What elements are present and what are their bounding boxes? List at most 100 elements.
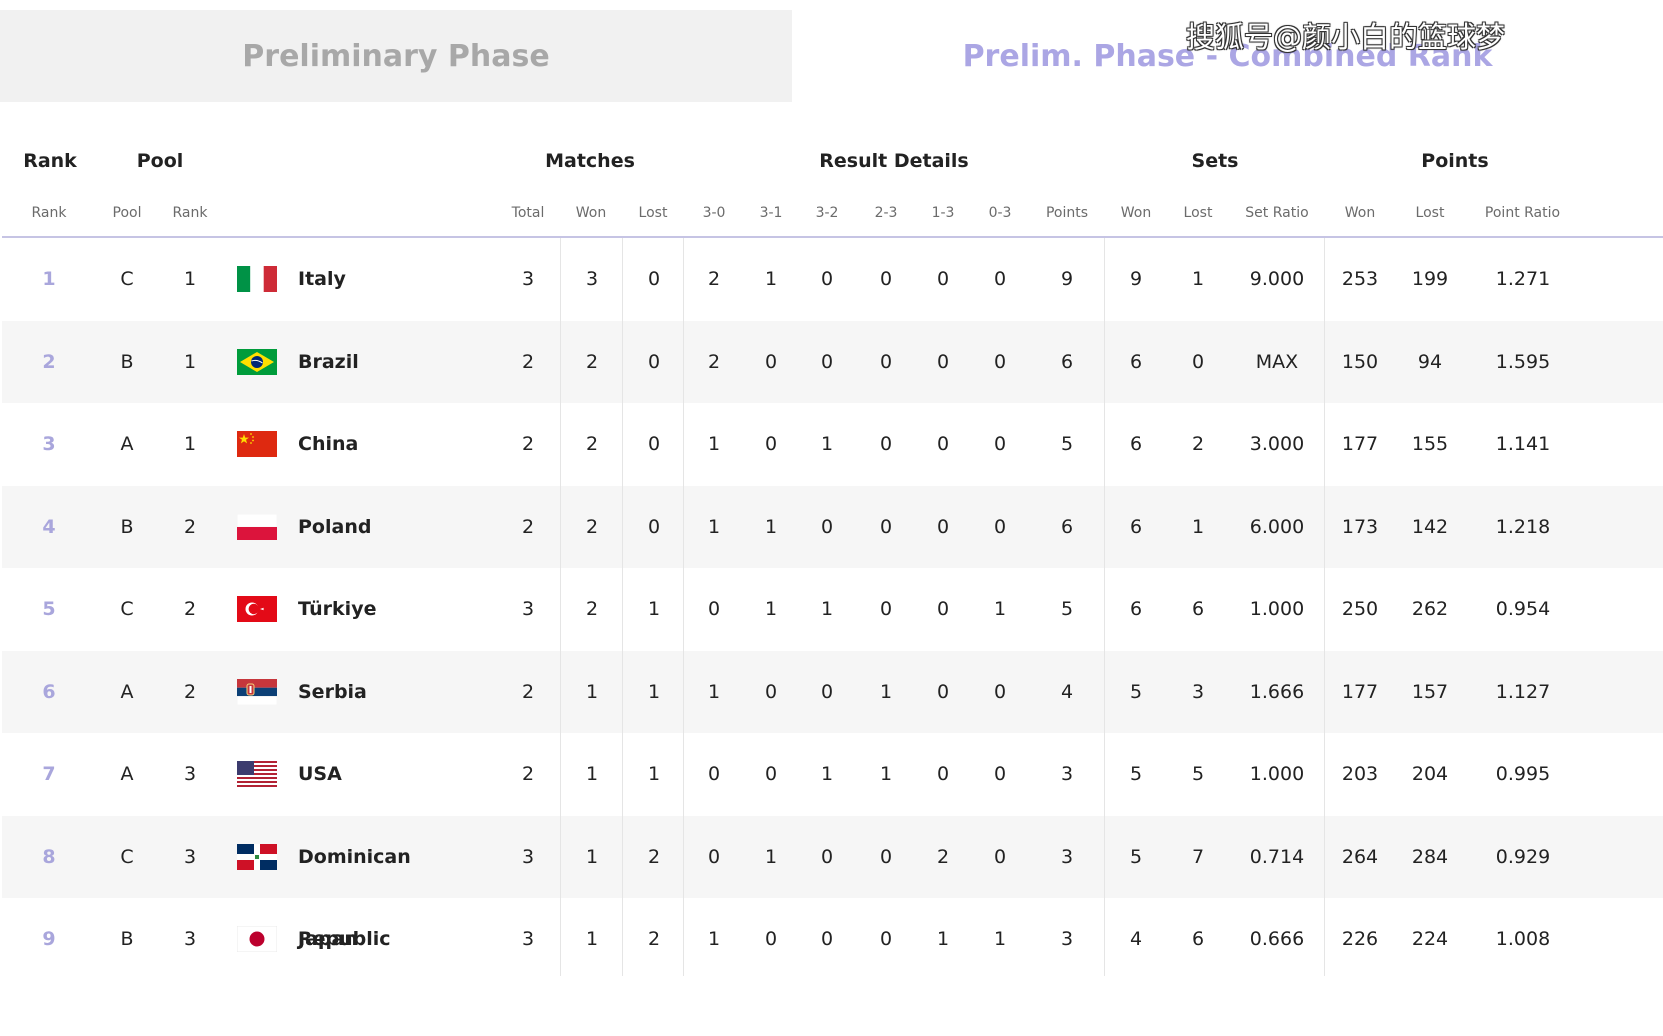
sets-lost-cell: 6 [1191,928,1205,950]
rank-cell[interactable]: 9 [4,898,94,980]
pool-rank-cell: 3 [183,928,197,950]
points-lost-cell: 199 [1411,268,1449,290]
poland-flag-icon [237,513,277,540]
subheader-total: Total [511,205,545,221]
rank-cell[interactable]: 1 [4,238,94,320]
table-row[interactable]: 6 A 2 2 1 1 1 0 0 1 0 0 4 5 3 1.666 177 157 1.127 Serbia [2,650,1663,733]
header-matches: Matches [545,150,635,172]
country-name[interactable]: Japan [298,898,498,980]
japan-flag-icon [237,926,277,952]
sets-lost-cell: 1 [1191,268,1205,290]
point-ratio-cell: 0.954 [1495,598,1551,620]
tab-preliminary-phase[interactable]: Preliminary Phase [0,10,792,102]
country-name[interactable]: Türkiye [298,568,498,650]
points-lost-cell: 157 [1411,680,1449,703]
column-separator [1104,238,1105,976]
country-name[interactable]: Italy [298,238,498,320]
table-row[interactable]: 2 B 1 2 2 0 2 0 0 0 0 0 6 6 0 MAX 150 94 1.595 Brazil [2,320,1663,403]
subheader-1-3: 1-3 [931,205,955,221]
set-ratio-cell: 3.000 [1249,433,1305,455]
subheader-pool-rank: Rank [172,205,208,221]
subheader-2-3: 2-3 [874,205,898,221]
italy-flag-icon [237,266,277,292]
column-separator [683,238,684,976]
table-row[interactable]: 3 A 1 2 2 0 1 0 1 0 0 0 5 6 2 3.000 177 155 1.141 China [2,403,1663,485]
subheader-points-lost: Lost [1415,205,1445,221]
subheader-point-ratio: Point Ratio [1484,205,1561,221]
serbia-flag-icon [237,678,277,705]
subheader-rank: Rank [31,205,67,221]
set-ratio-cell: 1.666 [1249,680,1305,703]
brazil-flag-icon [237,348,277,375]
subheader-pool: Pool [112,205,142,221]
sets-lost-cell: 0 [1191,350,1205,373]
dominican-flag-icon [237,843,277,870]
point-ratio-cell: 1.595 [1495,350,1551,373]
header-points: Points [1421,150,1489,172]
point-ratio-cell: 0.929 [1495,845,1551,868]
sets-lost-cell: 7 [1191,845,1205,868]
sets-lost-cell: 3 [1191,680,1205,703]
table-row[interactable]: 7 A 3 2 1 1 0 0 1 1 0 0 3 5 5 1.000 203 204 0.995 USA [2,733,1663,815]
table-row[interactable]: 8 C 3 3 1 2 0 1 0 0 2 0 3 5 7 0.714 264 284 0.929 Dominican… [2,815,1663,950]
pool-rank-cell: 2 [183,680,197,703]
column-separator [560,238,561,976]
point-ratio-cell: 1.271 [1495,268,1551,290]
points-lost-cell: 94 [1417,350,1443,373]
watermark: 搜狐号@颜小白的篮球梦 [1186,20,1506,54]
subheader-sets-won: Won [1120,205,1152,221]
sets-lost-cell: 1 [1191,515,1205,538]
subheader-lost: Lost [638,205,668,221]
set-ratio-cell: 6.000 [1249,515,1305,538]
sets-lost-cell: 5 [1191,763,1205,785]
header-result-details: Result Details [819,150,969,172]
rank-cell[interactable]: 8 [4,816,94,898]
subheader-won: Won [575,205,607,221]
rank-cell[interactable]: 5 [4,568,94,650]
points-lost-cell: 284 [1411,845,1449,868]
subheader-sets-lost: Lost [1183,205,1213,221]
country-name[interactable]: Dominican Republic [298,816,498,950]
subheader-points: Points [1045,205,1089,221]
point-ratio-cell: 1.141 [1495,433,1551,455]
rank-cell[interactable]: 6 [4,651,94,733]
point-ratio-cell: 0.995 [1495,763,1551,785]
country-name[interactable]: Serbia [298,651,498,733]
rank-cell[interactable]: 3 [4,403,94,485]
subheader-0-3: 0-3 [988,205,1012,221]
pool-rank-cell: 3 [183,845,197,868]
table-row[interactable]: 4 B 2 2 2 0 1 1 0 0 0 0 6 6 1 6.000 173 142 1.218 Poland [2,485,1663,568]
rank-cell[interactable]: 7 [4,733,94,815]
points-lost-cell: 204 [1411,763,1449,785]
point-ratio-cell: 1.218 [1495,515,1551,538]
rank-cell[interactable]: 2 [4,321,94,403]
country-name[interactable]: Poland [298,486,498,568]
country-name[interactable]: USA [298,733,498,815]
usa-flag-icon [237,761,277,787]
pool-rank-cell: 1 [183,433,197,455]
subheader-3-0: 3-0 [702,205,726,221]
table-row[interactable]: 1 C 1 3 3 0 2 1 0 0 0 0 9 9 1 9.000 253 199 1.271 Italy [2,238,1663,320]
pool-rank-cell: 1 [183,350,197,373]
points-lost-cell: 155 [1411,433,1449,455]
pool-rank-cell: 3 [183,763,197,785]
sets-lost-cell: 2 [1191,433,1205,455]
pool-rank-cell: 2 [183,598,197,620]
sets-lost-cell: 6 [1191,598,1205,620]
points-lost-cell: 262 [1411,598,1449,620]
subheader-set-ratio: Set Ratio [1245,205,1309,221]
points-lost-cell: 142 [1411,515,1449,538]
table-row[interactable]: 5 C 2 3 2 1 0 1 1 0 0 1 5 6 6 1.000 250 262 0.954 Türkiye [2,568,1663,650]
country-name[interactable]: China [298,403,498,485]
pool-rank-cell: 2 [183,515,197,538]
points-lost-cell: 224 [1411,928,1449,950]
point-ratio-cell: 1.008 [1495,928,1551,950]
table-row[interactable]: 9 B 3 3 1 2 1 0 0 0 1 1 3 4 6 0.666 226 224 1.008 Japan [2,898,1663,980]
country-name[interactable]: Brazil [298,321,498,403]
china-flag-icon [237,431,277,457]
set-ratio-cell: MAX [1255,350,1299,373]
pool-rank-cell: 1 [183,268,197,290]
set-ratio-cell: 0.714 [1249,845,1305,868]
rank-cell[interactable]: 4 [4,486,94,568]
set-ratio-cell: 1.000 [1249,598,1305,620]
